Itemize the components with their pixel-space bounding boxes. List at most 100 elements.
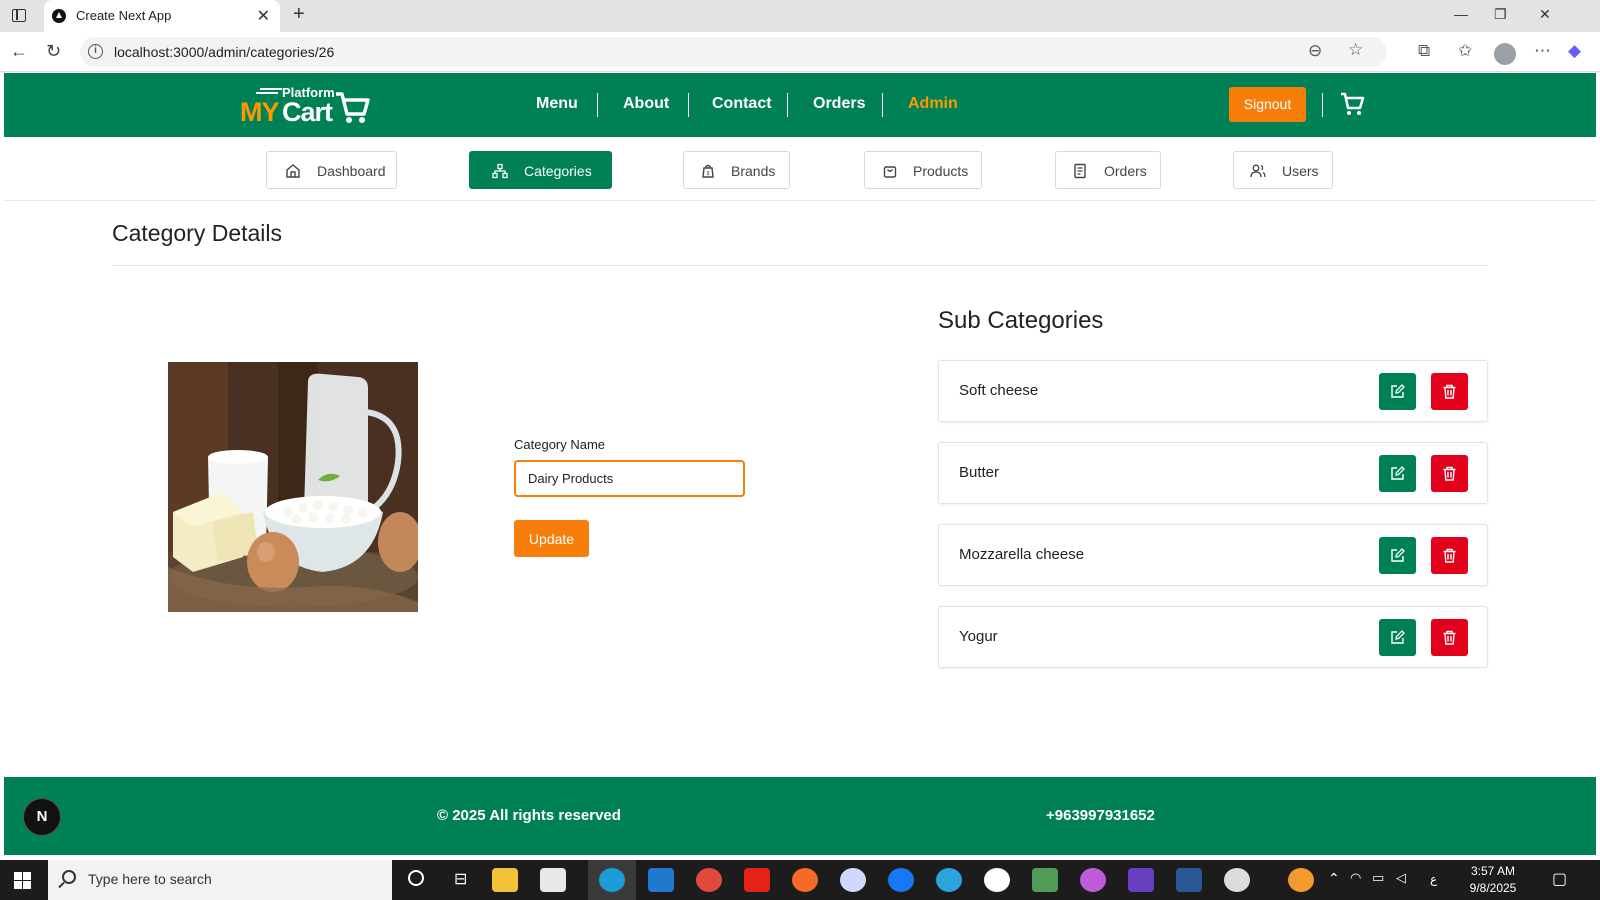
chevron-up-icon[interactable]: ⌃ — [1328, 870, 1340, 887]
tab-orders[interactable]: Orders — [1055, 151, 1161, 189]
sidebar-toggle-icon[interactable] — [12, 9, 26, 22]
reader-icon[interactable]: ⊖ — [1308, 41, 1322, 61]
input-language[interactable]: ع — [1430, 872, 1437, 886]
clock-time[interactable]: 3:57 AM — [1458, 864, 1528, 878]
profile-avatar-icon[interactable] — [1494, 43, 1516, 65]
delete-button[interactable] — [1431, 455, 1468, 492]
windows-taskbar: Type here to search ⊟ ⌃ ◠ ▭ ◁ ع 3:57 AM … — [0, 860, 1600, 900]
category-name-input[interactable] — [514, 460, 745, 497]
nav-orders-link[interactable]: Orders — [813, 95, 865, 113]
app-icon[interactable] — [1032, 868, 1058, 892]
tab-title: Create Next App — [76, 8, 172, 23]
favorite-star-icon[interactable]: ☆ — [1348, 40, 1363, 60]
nav-contact-link[interactable]: Contact — [712, 95, 772, 113]
clock-date[interactable]: 9/8/2025 — [1458, 881, 1528, 895]
title-divider — [112, 265, 1488, 266]
tab-categories[interactable]: Categories — [469, 151, 612, 189]
chrome-icon[interactable] — [696, 868, 722, 892]
mongodb-icon[interactable] — [984, 868, 1010, 892]
more-menu-icon[interactable]: ⋯ — [1534, 41, 1551, 61]
mycart-logo[interactable]: Platform MY Cart — [240, 83, 390, 129]
app-icon[interactable] — [1080, 868, 1106, 892]
admin-subnav: Dashboard Categories $ Brands Products O… — [4, 137, 1596, 201]
subcategory-item: Mozzarella cheese — [938, 524, 1488, 586]
photos-icon[interactable] — [1224, 868, 1250, 892]
nav-divider — [688, 93, 689, 117]
page-title: Category Details — [112, 220, 283, 246]
app-icon[interactable] — [840, 868, 866, 892]
users-icon — [1250, 164, 1266, 178]
subcategory-item: Soft cheese — [938, 360, 1488, 422]
copyright-text: © 2025 All rights reserved — [437, 807, 621, 824]
youtube-icon[interactable] — [744, 868, 770, 892]
delete-button[interactable] — [1431, 619, 1468, 656]
nextjs-favicon-icon — [52, 9, 66, 23]
nav-admin-link[interactable]: Admin — [908, 95, 958, 113]
edge-icon[interactable] — [599, 868, 625, 892]
site-footer: N © 2025 All rights reserved +9639979316… — [4, 777, 1596, 855]
tab-orders-label: Orders — [1104, 163, 1147, 179]
site-info-icon[interactable]: i — [88, 44, 103, 59]
back-icon[interactable]: ← — [10, 41, 28, 62]
nav-menu-link[interactable]: Menu — [536, 95, 578, 113]
battery-icon[interactable]: ▭ — [1372, 870, 1384, 886]
tab-dashboard[interactable]: Dashboard — [266, 151, 397, 189]
subcategory-name: Soft cheese — [959, 382, 1039, 399]
weather-icon[interactable] — [1288, 868, 1314, 892]
trash-icon — [1443, 630, 1456, 645]
minimize-icon[interactable]: — — [1454, 6, 1468, 22]
notifications-icon[interactable]: ▢ — [1552, 869, 1567, 889]
reload-icon[interactable]: ↻ — [46, 41, 61, 62]
nextjs-dev-badge[interactable]: N — [23, 798, 61, 836]
file-explorer-icon[interactable] — [492, 868, 518, 892]
browser-tab[interactable]: Create Next App ✕ — [44, 0, 280, 32]
trash-icon — [1443, 384, 1456, 399]
category-name-label: Category Name — [514, 437, 606, 452]
cortana-icon[interactable] — [408, 870, 424, 886]
tab-dashboard-label: Dashboard — [317, 163, 386, 179]
taskbar-search[interactable]: Type here to search — [48, 860, 392, 900]
vscode-icon[interactable] — [648, 868, 674, 892]
task-view-icon[interactable]: ⊟ — [454, 869, 467, 889]
tab-users-label: Users — [1282, 163, 1319, 179]
nav-divider — [597, 93, 598, 117]
nav-about-link[interactable]: About — [623, 95, 669, 113]
update-button[interactable]: Update — [514, 520, 589, 557]
site-header: Platform MY Cart Menu About Contact Orde… — [4, 73, 1596, 137]
subcategory-name: Mozzarella cheese — [959, 546, 1085, 563]
close-tab-icon[interactable]: ✕ — [257, 6, 270, 26]
windows-start-icon[interactable] — [14, 872, 31, 889]
volume-icon[interactable]: ◁ — [1396, 870, 1406, 886]
tab-brands[interactable]: $ Brands — [683, 151, 790, 189]
cart-icon[interactable] — [1339, 91, 1365, 117]
word-icon[interactable] — [1176, 868, 1202, 892]
taskbar-search-placeholder: Type here to search — [88, 871, 212, 887]
logo-my-text: MY — [240, 97, 279, 127]
edit-button[interactable] — [1379, 619, 1416, 656]
close-window-icon[interactable]: ✕ — [1539, 6, 1551, 23]
favorites-icon[interactable]: ✩ — [1458, 41, 1472, 61]
category-image — [168, 362, 418, 612]
telegram-icon[interactable] — [936, 868, 962, 892]
edit-button[interactable] — [1379, 455, 1416, 492]
logo-cart-icon — [336, 92, 370, 123]
edit-button[interactable] — [1379, 537, 1416, 574]
signout-button[interactable]: Signout — [1229, 87, 1306, 122]
new-tab-icon[interactable]: + — [293, 3, 305, 26]
subcategory-item: Butter — [938, 442, 1488, 504]
edit-button[interactable] — [1379, 373, 1416, 410]
home-icon — [286, 164, 300, 178]
extensions-icon[interactable]: ⧉ — [1418, 41, 1430, 61]
facebook-icon[interactable] — [888, 868, 914, 892]
app-icon[interactable] — [1128, 868, 1154, 892]
restore-icon[interactable]: ❐ — [1494, 6, 1507, 23]
network-icon[interactable]: ◠ — [1350, 870, 1361, 886]
copilot-icon[interactable]: ◆ — [1568, 41, 1581, 61]
mail-icon[interactable] — [540, 868, 566, 892]
url-field[interactable]: i localhost:3000/admin/categories/26 ⊖ ☆ — [80, 37, 1387, 67]
delete-button[interactable] — [1431, 537, 1468, 574]
tab-users[interactable]: Users — [1233, 151, 1333, 189]
tab-products[interactable]: Products — [864, 151, 982, 189]
postman-icon[interactable] — [792, 868, 818, 892]
delete-button[interactable] — [1431, 373, 1468, 410]
